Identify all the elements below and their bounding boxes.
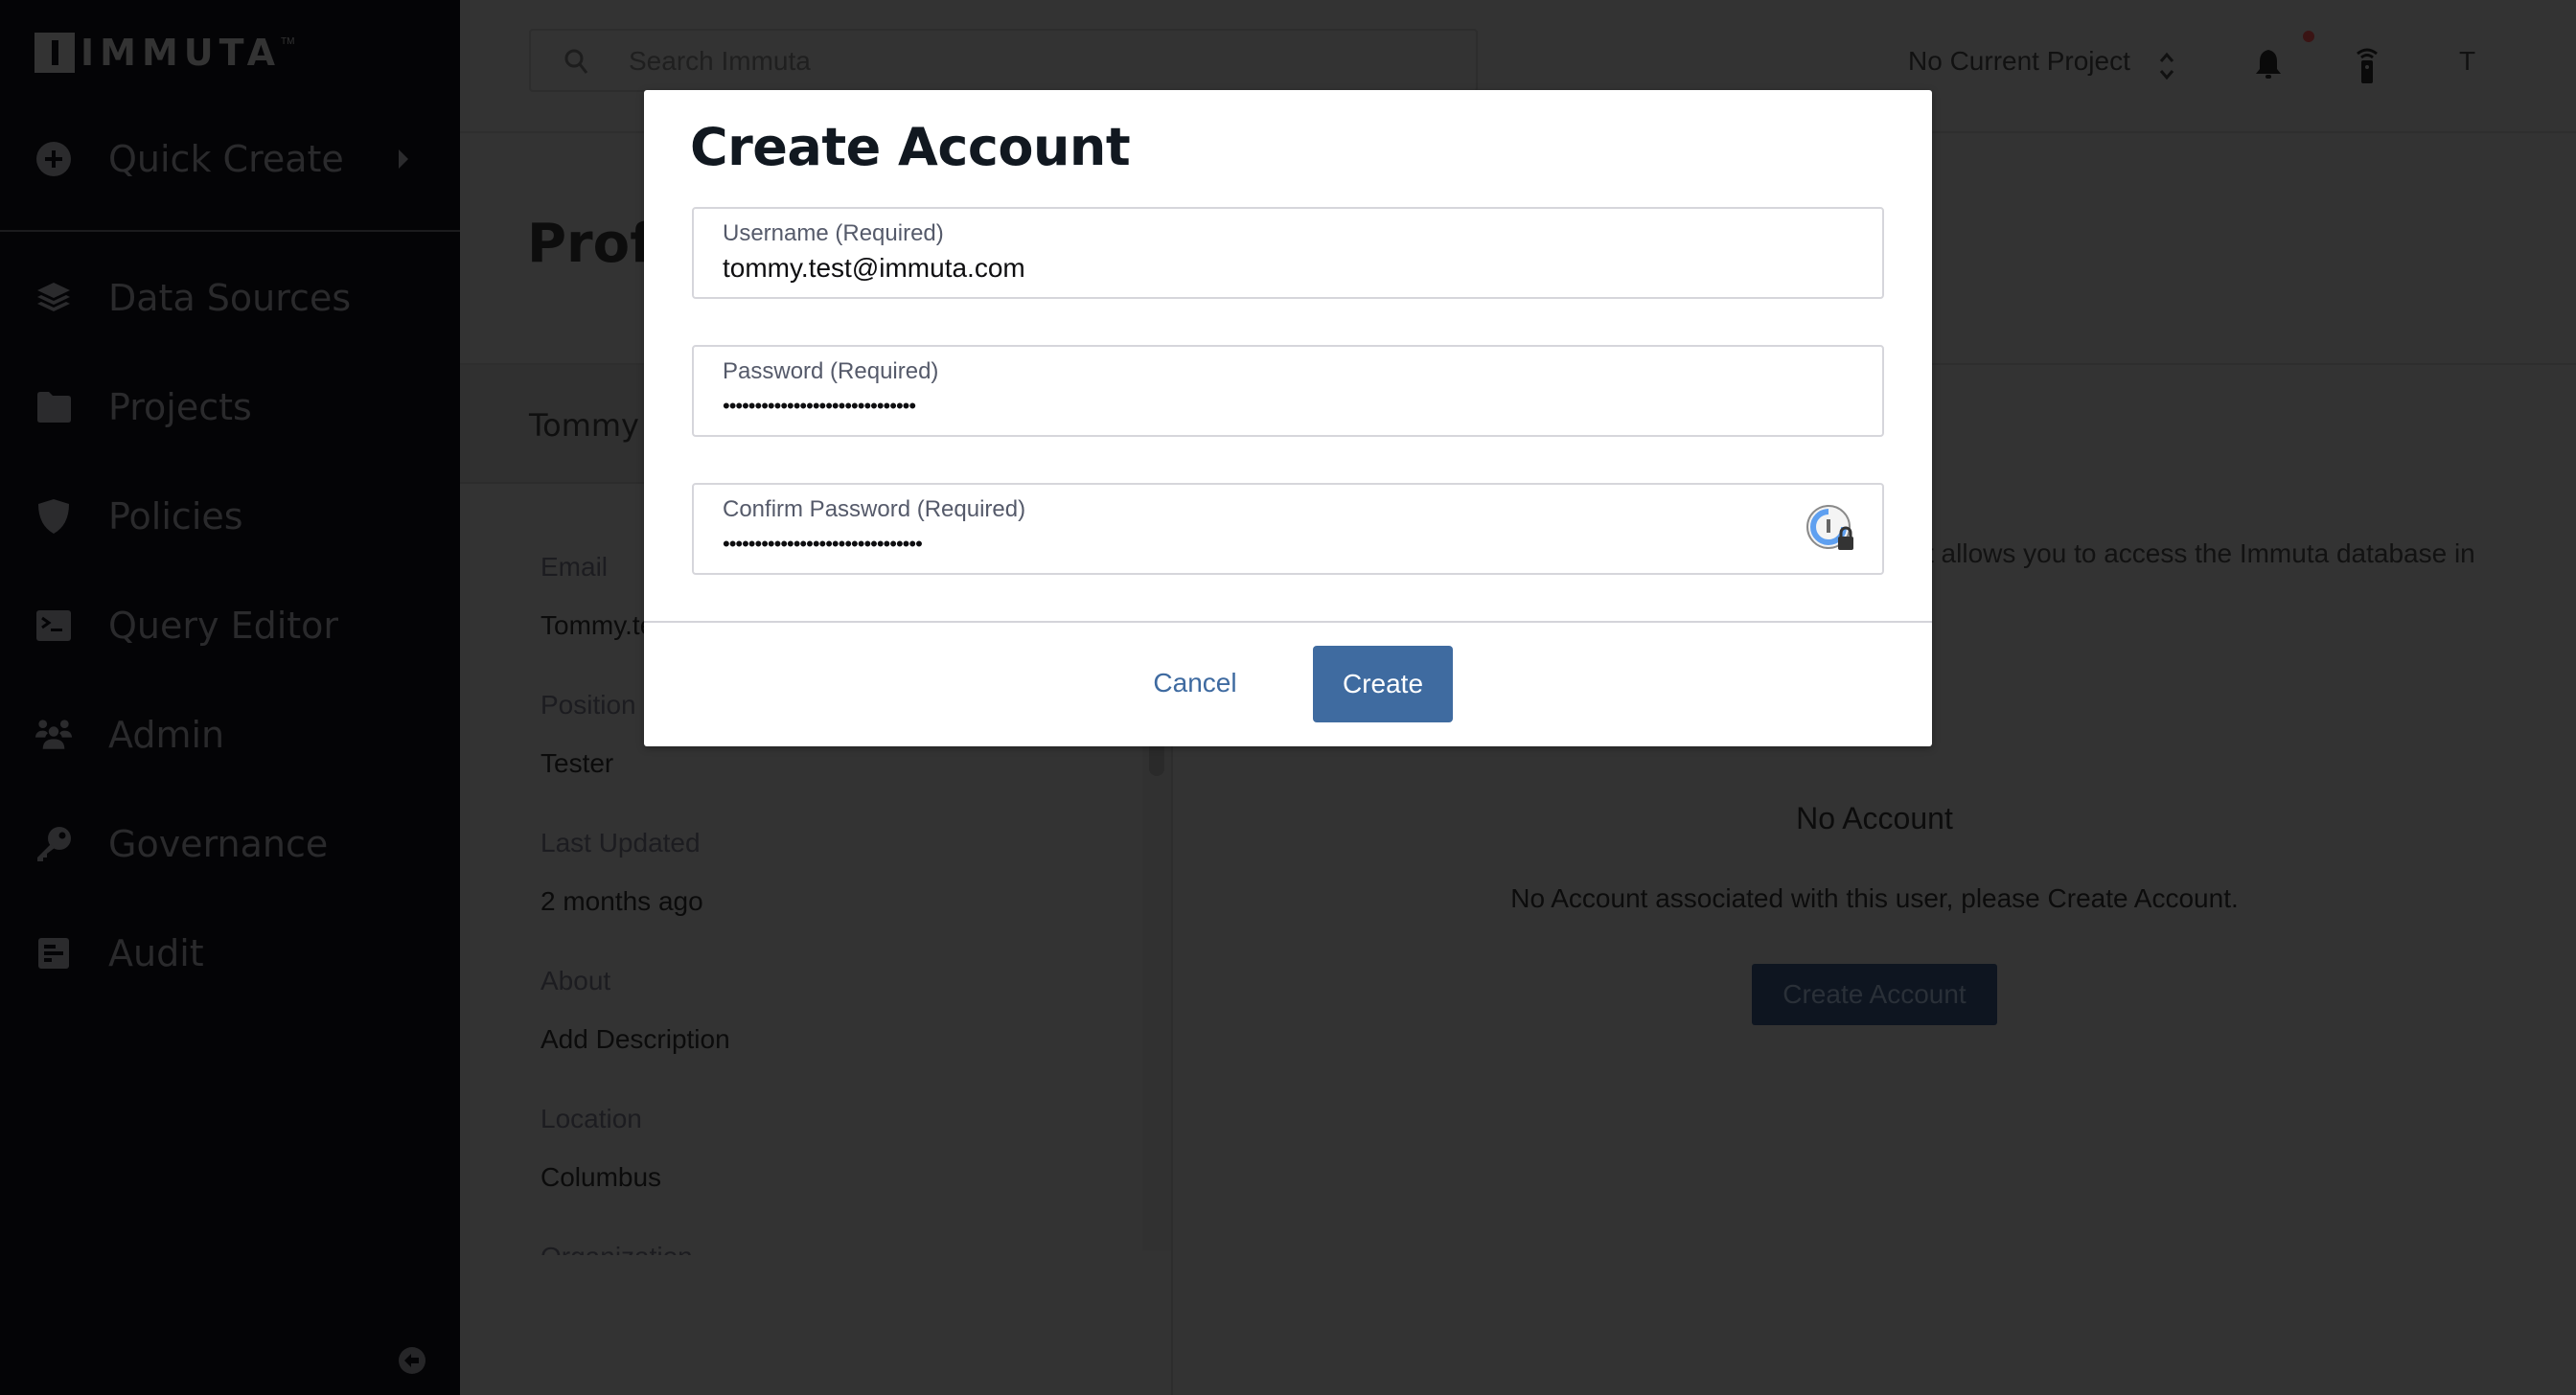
cancel-button[interactable]: Cancel	[1142, 646, 1248, 720]
sidebar-item-label: Governance	[108, 823, 329, 865]
confirm-password-input[interactable]	[723, 527, 1777, 561]
sidebar-item-projects[interactable]: Projects	[0, 369, 460, 446]
field-label-location: Location	[540, 1104, 642, 1133]
logo-mark	[34, 33, 75, 73]
add-description-link[interactable]: Add Description	[540, 1024, 730, 1055]
search-icon	[564, 49, 588, 74]
sidebar-item-admin[interactable]: Admin	[0, 697, 460, 773]
username-input[interactable]	[723, 251, 1777, 286]
sidebar-item-label: Query Editor	[108, 605, 339, 647]
remote-signal-icon[interactable]	[2354, 46, 2380, 84]
collapse-sidebar-button[interactable]	[399, 1347, 426, 1374]
global-search[interactable]	[529, 29, 1478, 92]
field-label-organization-clipped: Organization	[540, 1242, 693, 1255]
report-icon	[34, 934, 73, 972]
logo-text: IMMUTA	[80, 32, 282, 74]
modal-title: Create Account	[690, 117, 1131, 177]
sidebar-item-label: Policies	[108, 495, 243, 537]
shield-icon	[34, 497, 73, 536]
password-input[interactable]	[723, 389, 1777, 423]
sidebar-item-label: Admin	[108, 714, 225, 756]
password-manager-icon[interactable]	[1806, 504, 1855, 554]
sidebar-item-label: Quick Create	[108, 138, 344, 180]
field-label-last-updated: Last Updated	[540, 828, 701, 858]
sidebar-item-query-editor[interactable]: Query Editor	[0, 587, 460, 664]
sidebar-item-label: Data Sources	[108, 277, 352, 319]
notification-badge	[2303, 31, 2314, 42]
immuta-logo[interactable]: IMMUTA TM	[34, 33, 294, 73]
confirm-password-field[interactable]: Confirm Password (Required)	[692, 483, 1884, 575]
arrow-left-icon	[404, 1354, 419, 1367]
username-label: Username (Required)	[723, 220, 944, 246]
confirm-password-label: Confirm Password (Required)	[723, 496, 1026, 522]
sidebar-divider	[0, 230, 460, 232]
sidebar-item-quick-create[interactable]: Quick Create	[0, 121, 460, 197]
create-account-modal: Create Account Username (Required) Passw…	[644, 90, 1932, 746]
field-label-email: Email	[540, 552, 609, 582]
key-icon	[34, 825, 73, 863]
sidebar: IMMUTA TM Quick Create Data Sources Proj…	[0, 0, 460, 1395]
logo-trademark: TM	[281, 36, 295, 47]
field-value-location: Columbus	[540, 1162, 662, 1192]
sidebar-item-governance[interactable]: Governance	[0, 806, 460, 882]
password-field[interactable]: Password (Required)	[692, 345, 1884, 437]
password-label: Password (Required)	[723, 358, 939, 384]
plus-circle-icon	[34, 140, 73, 178]
sidebar-item-label: Projects	[108, 386, 252, 428]
field-value-last-updated: 2 months ago	[540, 886, 703, 916]
sidebar-item-label: Audit	[108, 932, 204, 974]
field-label-about: About	[540, 966, 611, 995]
bell-icon[interactable]	[2254, 48, 2283, 80]
sidebar-item-audit[interactable]: Audit	[0, 915, 460, 992]
field-value-position: Tester	[540, 748, 614, 778]
sidebar-item-data-sources[interactable]: Data Sources	[0, 260, 460, 336]
account-description: t allows you to access the Immuta databa…	[1926, 538, 2475, 568]
username-field[interactable]: Username (Required)	[692, 207, 1884, 299]
users-icon	[34, 716, 73, 754]
search-input[interactable]	[627, 31, 1455, 92]
field-label-position: Position	[540, 690, 636, 720]
project-selector[interactable]: No Current Project	[1908, 46, 2130, 77]
caret-right-icon	[399, 149, 408, 169]
create-button[interactable]: Create	[1313, 646, 1453, 722]
modal-footer-divider	[644, 621, 1932, 623]
field-label-organization: Organization	[540, 1242, 693, 1255]
no-account-title: No Account	[1796, 801, 1953, 835]
sort-chevrons-icon[interactable]	[2158, 50, 2175, 82]
sidebar-item-policies[interactable]: Policies	[0, 478, 460, 555]
user-avatar[interactable]: T	[2459, 46, 2475, 77]
create-account-button[interactable]: Create Account	[1752, 964, 1997, 1025]
no-account-message: No Account associated with this user, pl…	[1510, 883, 2239, 913]
layers-icon	[34, 279, 73, 317]
folder-icon	[34, 388, 73, 426]
terminal-icon	[34, 606, 73, 645]
